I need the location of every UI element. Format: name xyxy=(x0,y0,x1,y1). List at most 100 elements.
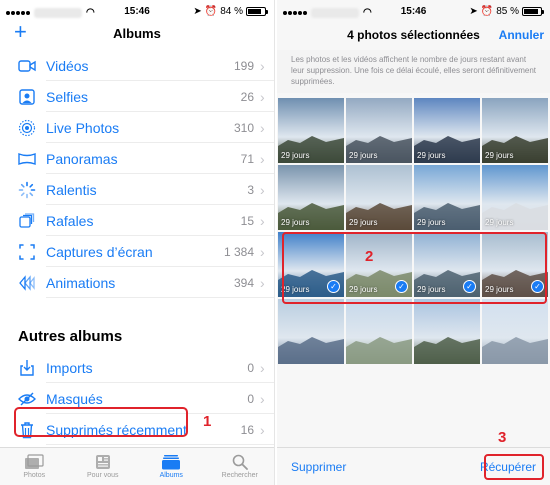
step-number-1: 1 xyxy=(203,413,212,430)
album-name: Masqués xyxy=(46,390,103,407)
album-row-animations[interactable]: Animations 394 › xyxy=(0,267,274,298)
chevron-right-icon: › xyxy=(260,57,265,74)
tab-photos[interactable]: Photos xyxy=(0,448,69,485)
tab-label: Pour vous xyxy=(86,472,119,479)
battery-percent: 84 % xyxy=(220,6,243,17)
recover-highlight xyxy=(484,454,544,480)
album-count: 26 xyxy=(240,89,254,104)
album-name: Ralentis xyxy=(46,181,97,198)
album-row-selfies[interactable]: Selfies 26 › xyxy=(0,81,274,112)
albums-tab-icon xyxy=(161,454,181,470)
selection-navbar: 4 photos sélectionnées Annuler xyxy=(277,24,550,50)
days-remaining-label: 29 jours xyxy=(417,218,446,227)
album-row-captures-d-ecran[interactable]: Captures d’écran 1 384 › xyxy=(0,236,274,267)
tab-bar: Photos Pour vous Albums Rechercher xyxy=(0,447,274,485)
photo-thumbnail[interactable]: 29 jours xyxy=(346,98,412,163)
photo-thumbnail[interactable] xyxy=(278,299,344,364)
chevron-right-icon: › xyxy=(260,119,265,136)
tab-rechercher[interactable]: Rechercher xyxy=(206,448,275,485)
slowmo-icon xyxy=(18,181,36,199)
status-right-indicators: ➤ ⏰ 84 % xyxy=(193,6,268,17)
chevron-right-icon: › xyxy=(260,359,265,376)
album-name: Live Photos xyxy=(46,119,120,136)
chevron-right-icon: › xyxy=(260,88,265,105)
photo-thumbnail[interactable] xyxy=(346,299,412,364)
photo-thumbnail[interactable]: 29 jours xyxy=(278,98,344,163)
other-albums-title: Autres albums xyxy=(18,328,123,345)
days-remaining-label: 29 jours xyxy=(281,218,310,227)
media-types-list: Vidéos 199 › Selfies 26 › Live Photos 310 › Panor… xyxy=(0,50,274,298)
tab-label: Rechercher xyxy=(221,472,258,479)
days-remaining-label: 29 jours xyxy=(485,151,514,160)
chevron-right-icon: › xyxy=(260,150,265,167)
album-count: 71 xyxy=(240,151,254,166)
chevron-right-icon: › xyxy=(260,390,265,407)
album-name: Panoramas xyxy=(46,150,118,167)
album-count: 0 xyxy=(247,360,254,375)
alarm-icon: ⏰ xyxy=(204,6,218,17)
photo-thumbnail[interactable]: 29 jours xyxy=(414,165,480,230)
photo-thumbnail[interactable]: 29 jours xyxy=(278,165,344,230)
album-count: 15 xyxy=(240,213,254,228)
photo-thumbnail[interactable] xyxy=(482,299,548,364)
album-row-imports[interactable]: Imports 0 › xyxy=(0,352,274,383)
location-icon: ➤ xyxy=(193,6,202,17)
search-icon xyxy=(230,454,250,470)
hidden-icon xyxy=(18,390,36,408)
photo-thumbnail[interactable] xyxy=(414,299,480,364)
album-name: Animations xyxy=(46,274,116,291)
cancel-button[interactable]: Annuler xyxy=(499,28,544,42)
album-count: 16 xyxy=(240,422,254,437)
photo-thumbnail[interactable]: 29 jours xyxy=(414,98,480,163)
photo-thumbnail[interactable]: 29 jours xyxy=(346,165,412,230)
for-you-tab-icon xyxy=(93,454,113,470)
status-bar: ◠ 15:46 ➤ ⏰ 84 % xyxy=(0,0,274,24)
battery-icon xyxy=(246,7,268,16)
album-name: Imports xyxy=(46,359,93,376)
deletion-notice: Les photos et les vidéos affichent le no… xyxy=(277,50,550,93)
tab-pour-vous[interactable]: Pour vous xyxy=(69,448,138,485)
chevron-right-icon: › xyxy=(260,243,265,260)
selected-photos-highlight xyxy=(282,232,547,304)
days-remaining-label: 29 jours xyxy=(485,218,514,227)
days-remaining-label: 29 jours xyxy=(417,151,446,160)
photo-thumbnail[interactable]: 29 jours xyxy=(482,98,548,163)
album-row-panoramas[interactable]: Panoramas 71 › xyxy=(0,143,274,174)
album-count: 310 xyxy=(233,120,254,135)
photo-thumbnail[interactable]: 29 jours xyxy=(482,165,548,230)
chevron-right-icon: › xyxy=(260,212,265,229)
photo-image xyxy=(414,299,480,364)
selfie-icon xyxy=(18,88,36,106)
album-row-videos[interactable]: Vidéos 199 › xyxy=(0,50,274,81)
import-icon xyxy=(18,359,36,377)
album-row-ralentis[interactable]: Ralentis 3 › xyxy=(0,174,274,205)
tab-label: Albums xyxy=(159,472,183,479)
album-name: Rafales xyxy=(46,212,94,229)
album-count: 1 384 xyxy=(223,244,254,259)
video-icon xyxy=(18,57,36,75)
photo-image xyxy=(346,299,412,364)
location-icon: ➤ xyxy=(469,6,478,17)
albums-navbar: + Albums xyxy=(0,21,274,46)
chevron-right-icon: › xyxy=(260,421,265,438)
album-count: 394 xyxy=(233,275,254,290)
album-row-live-photos[interactable]: Live Photos 310 › xyxy=(0,112,274,143)
delete-button[interactable]: Supprimer xyxy=(291,460,346,474)
alarm-icon: ⏰ xyxy=(480,6,494,17)
step-number-2: 2 xyxy=(365,248,374,265)
photo-image xyxy=(482,299,548,364)
album-name: Captures d’écran xyxy=(46,243,153,260)
album-row-rafales[interactable]: Rafales 15 › xyxy=(0,205,274,236)
battery-icon xyxy=(522,7,544,16)
album-count: 199 xyxy=(233,58,254,73)
chevron-right-icon: › xyxy=(260,181,265,198)
burst-icon xyxy=(18,212,36,230)
album-name: Selfies xyxy=(46,88,89,105)
days-remaining-label: 29 jours xyxy=(349,218,378,227)
tab-albums[interactable]: Albums xyxy=(137,448,206,485)
album-count: 3 xyxy=(247,182,254,197)
days-remaining-label: 29 jours xyxy=(281,151,310,160)
panorama-icon xyxy=(18,150,36,168)
photo-image xyxy=(278,299,344,364)
live-photo-icon xyxy=(18,119,36,137)
